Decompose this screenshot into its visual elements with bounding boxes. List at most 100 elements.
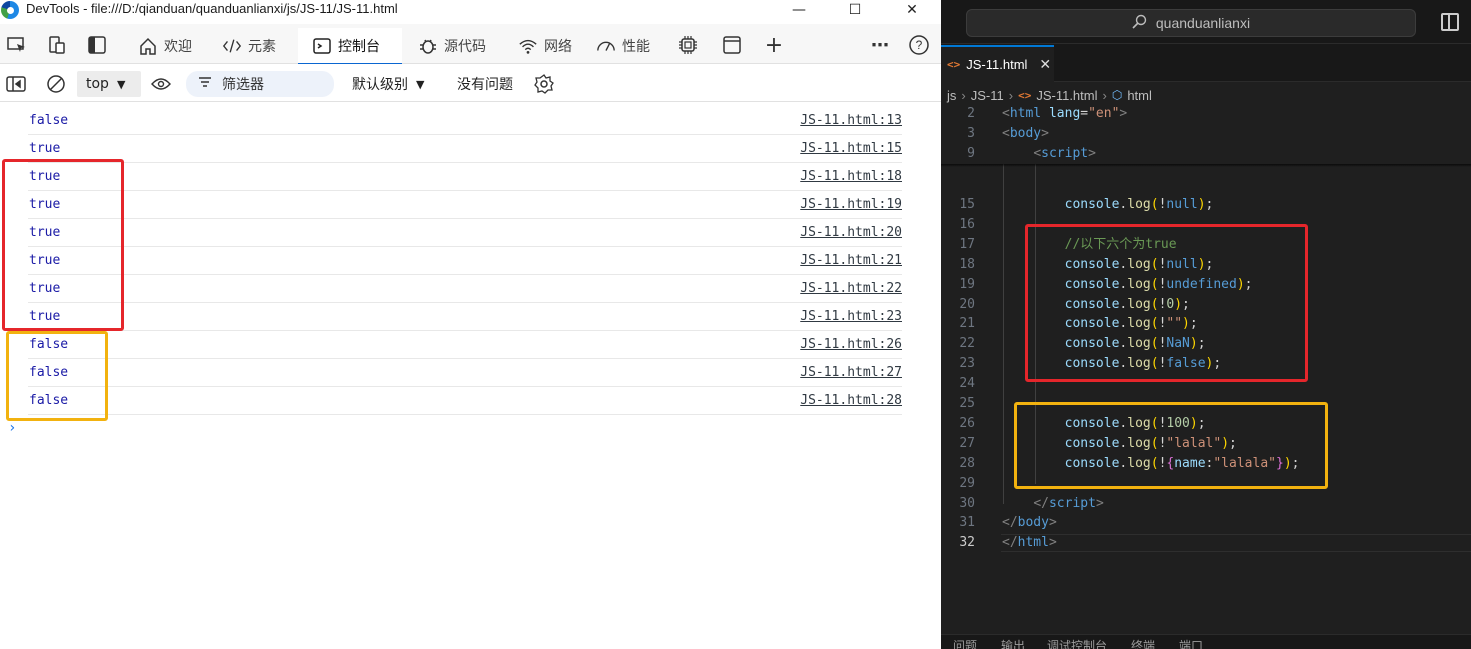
code-line: 32 </html> [941,533,1471,553]
panel-tab-strip: 问题 输出 调试控制台 终端 端口 [941,634,1471,649]
panel-tab-debug-console[interactable]: 调试控制台 [1047,639,1107,649]
console-settings-gear-icon[interactable] [533,71,555,97]
clear-console-icon[interactable] [46,71,68,97]
tab-welcome[interactable]: 欢迎 [134,28,204,64]
code-line: 24 [941,374,1471,394]
code-text: </script> [1002,494,1103,514]
code-token: name [1174,455,1206,471]
code-line: 30 </script> [941,494,1471,514]
tab-performance[interactable]: 性能 [594,28,664,64]
source-link[interactable]: JS-11.html:26 [800,337,902,353]
source-link[interactable]: JS-11.html:21 [800,253,902,269]
devtools-titlebar: DevTools - file:///D:/qianduan/quanduanl… [0,0,941,20]
more-options-icon[interactable]: ⋯ [869,34,891,56]
console-log-row: true JS-11.html:15 [28,135,902,163]
code-token: body [1017,515,1049,531]
panel-tab-terminal[interactable]: 终端 [1131,639,1155,649]
code-token: </ [1033,495,1049,511]
issues-counter[interactable]: 没有问题 [457,71,513,97]
tab-elements[interactable]: 元素 [218,28,288,64]
wifi-icon [518,36,538,56]
maximize-icon[interactable]: ☐ [832,0,878,20]
tab-sources[interactable]: 源代码 [414,28,504,64]
panel-tab-output[interactable]: 输出 [1001,639,1025,649]
close-icon[interactable]: ✕ [889,0,935,20]
tab-label: 欢迎 [164,39,192,55]
line-number: 29 [959,475,975,491]
code-token: ( [1150,336,1159,352]
code-token: body [1009,126,1042,141]
panel-tab-problems[interactable]: 问题 [953,639,977,649]
tab-label: JS-11.html [966,57,1028,72]
code-token: "en" [1088,106,1120,121]
code-editor[interactable]: 14 console.log(!flag);//true15 console.l… [941,104,1471,634]
code-token: ( [1150,435,1159,451]
context-select[interactable]: top ▼ [77,71,141,97]
tab-network[interactable]: 网络 [514,28,584,64]
source-link[interactable]: JS-11.html:27 [800,365,902,381]
console-log-row: false JS-11.html:26 [28,331,902,359]
code-text: console.log(!100); [1002,414,1206,434]
code-token: null [1166,256,1198,272]
tab-console[interactable]: 控制台 [298,28,402,65]
breadcrumb-item[interactable]: JS-11 [971,88,1004,103]
dock-panel-icon[interactable] [86,34,108,56]
code-token: undefined [1166,276,1237,292]
line-number: 32 [959,535,975,551]
code-token: NaN [1166,336,1190,352]
log-level-dropdown[interactable]: 默认级别 ▼ [352,71,424,97]
help-icon[interactable]: ? [908,34,930,56]
tab-label: 控制台 [338,39,380,55]
code-token: > [1048,535,1057,551]
close-tab-icon[interactable]: ✕ [1039,56,1051,73]
code-token: log [1127,435,1151,451]
code-text: console.log(!"lalal"); [1002,434,1237,454]
source-link[interactable]: JS-11.html:18 [800,169,902,185]
breadcrumb-item[interactable]: js [947,88,956,103]
source-link[interactable]: JS-11.html:28 [800,393,902,409]
memory-chip-icon[interactable] [677,34,699,56]
device-emulation-icon[interactable] [46,34,68,56]
source-link[interactable]: JS-11.html:22 [800,281,902,297]
filter-placeholder: 筛选器 [222,77,264,93]
minimize-icon[interactable]: — [776,0,822,20]
editor-tab-js-11-html[interactable]: <> JS-11.html ✕ [941,45,1054,82]
code-line: 29 [941,474,1471,494]
show-sidebar-icon[interactable] [6,71,28,97]
filter-input[interactable]: 筛选器 [186,71,334,97]
code-text: <script> [1002,144,1096,164]
breadcrumb: js › JS-11 › <> JS-11.html › ⬡ html [947,86,1152,104]
log-value: true [29,225,61,240]
source-link[interactable]: JS-11.html:19 [800,197,902,213]
breadcrumb-item[interactable]: html [1127,88,1152,103]
code-token: log [1127,276,1151,292]
caret-down-icon: ▼ [416,77,425,91]
code-token: null [1166,197,1198,212]
search-icon [1132,14,1148,33]
source-link[interactable]: JS-11.html:23 [800,309,902,325]
add-tool-icon[interactable]: + [763,33,785,58]
chevron-right-icon: › [1102,87,1107,103]
application-panel-icon[interactable] [721,34,743,56]
source-link[interactable]: JS-11.html:20 [800,225,902,241]
panel-tab-ports[interactable]: 端口 [1179,639,1203,649]
live-expression-eye-icon[interactable] [151,71,173,97]
code-token: html [1009,106,1042,121]
code-line: 25 [941,394,1471,414]
command-center-search[interactable]: quanduanlianxi [966,9,1416,37]
line-number: 3 [967,126,975,141]
line-number: 27 [959,435,975,451]
toggle-sidebar-icon[interactable] [1441,13,1459,31]
code-token: </ [1002,535,1018,551]
console-prompt[interactable]: › [8,420,16,436]
inspect-element-icon[interactable] [6,34,28,56]
code-token: ) [1189,415,1198,431]
source-link[interactable]: JS-11.html:15 [800,141,902,157]
breadcrumb-item[interactable]: JS-11.html [1036,88,1097,103]
source-link[interactable]: JS-11.html:13 [800,113,902,129]
line-number: 17 [959,236,975,252]
